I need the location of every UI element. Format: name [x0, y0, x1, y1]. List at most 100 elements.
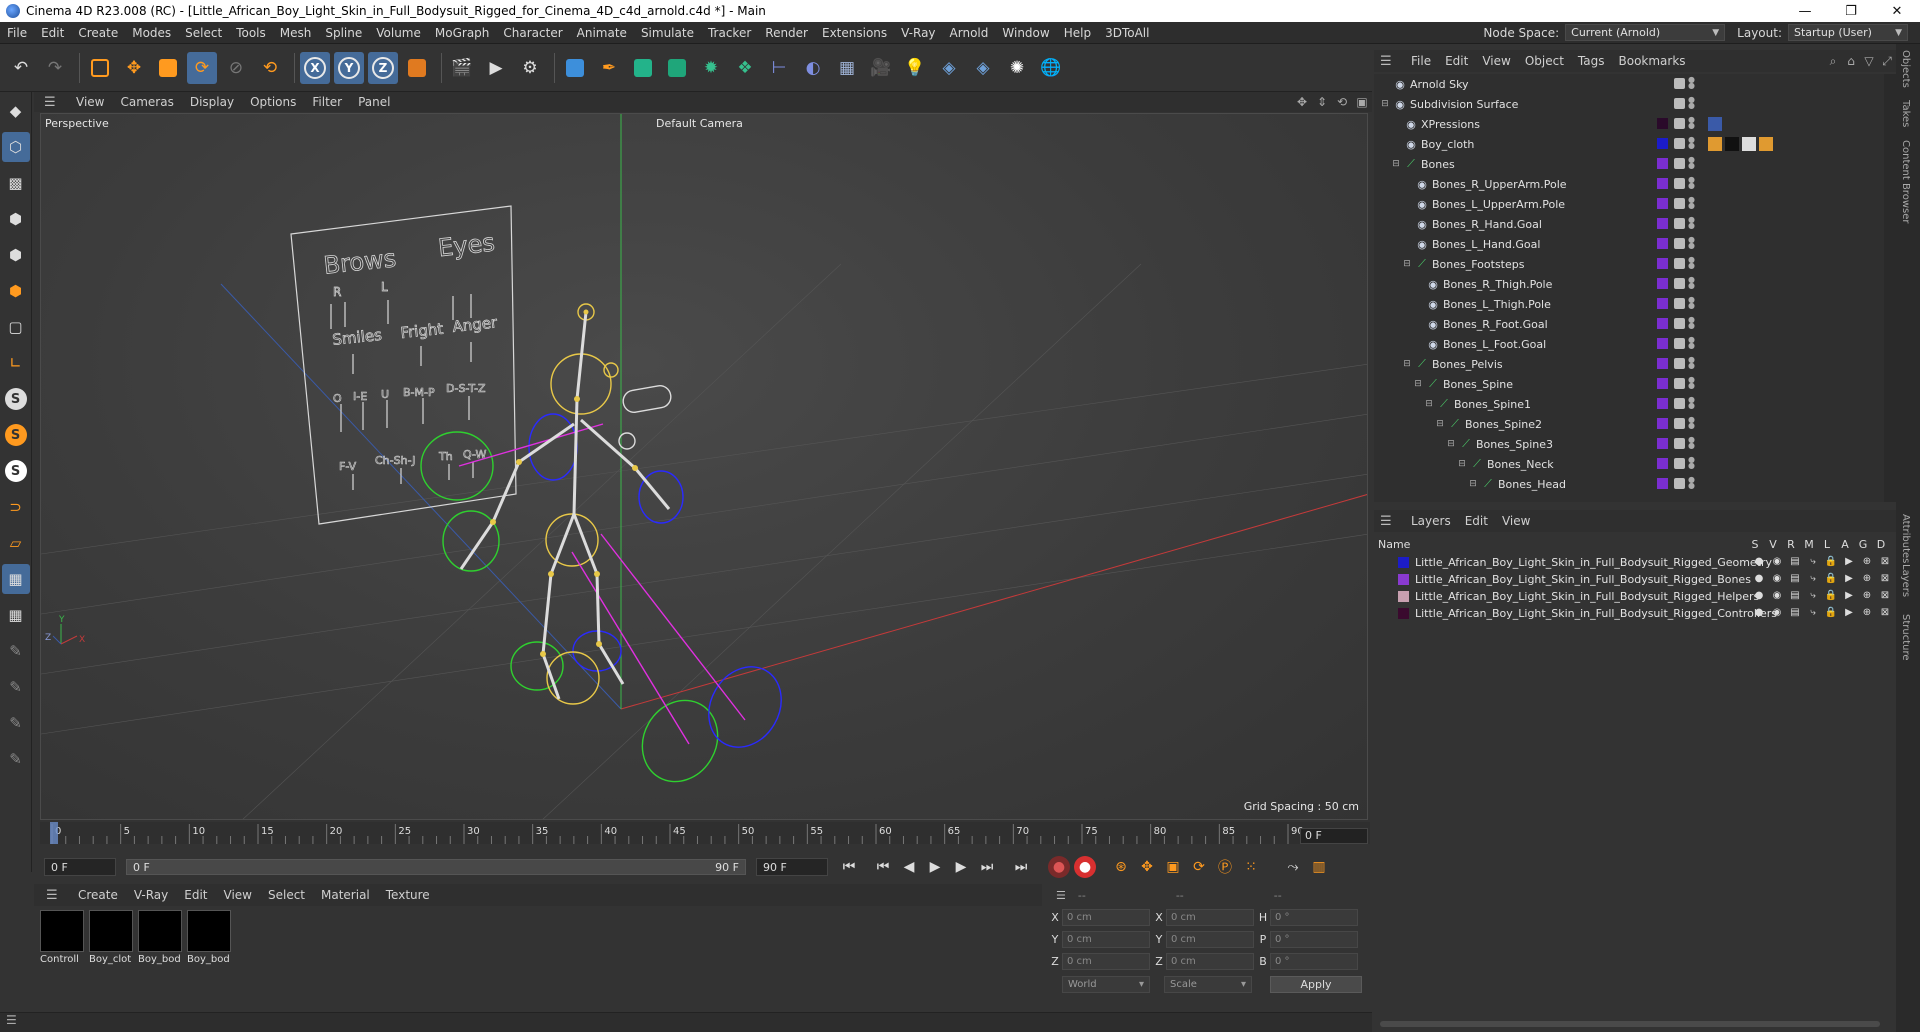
side-tab[interactable]: Objects — [1900, 50, 1911, 88]
layer-toggle-icon[interactable]: ⤷ — [1804, 607, 1822, 618]
enable-checkbox[interactable] — [1674, 218, 1685, 229]
next-key-button[interactable]: ⏭ — [974, 855, 1000, 879]
render-view-button[interactable]: 🎬 — [447, 52, 477, 84]
enable-checkbox[interactable] — [1674, 198, 1685, 209]
enable-checkbox[interactable] — [1674, 338, 1685, 349]
layer-row[interactable]: Little_African_Boy_Light_Skin_in_Full_Bo… — [1374, 571, 1907, 588]
scale-tool-button[interactable] — [153, 52, 183, 84]
layer-toggle-icon[interactable]: ⊕ — [1858, 573, 1876, 584]
visibility-dots-icon[interactable]: ● ● — [1688, 136, 1696, 150]
menu-simulate[interactable]: Simulate — [634, 26, 701, 40]
menu-tools[interactable]: Tools — [229, 26, 273, 40]
magnet-button[interactable]: ⊃ — [2, 492, 30, 522]
autokey-button[interactable]: ● — [1072, 855, 1098, 879]
layer-color-swatch[interactable] — [1657, 378, 1668, 389]
size-z-field[interactable]: 0 cm — [1166, 952, 1254, 970]
recent-tool-button[interactable]: ⊘ — [221, 52, 251, 84]
visibility-dots-icon[interactable]: ● ● — [1688, 476, 1696, 490]
tag-icon[interactable] — [1708, 117, 1722, 131]
layer-toggle-icon[interactable]: ⤷ — [1804, 590, 1822, 601]
layer-toggle-icon[interactable]: ◉ — [1768, 556, 1786, 567]
side-tab[interactable]: Attributes — [1900, 514, 1911, 563]
visibility-dots-icon[interactable]: ● ● — [1688, 96, 1696, 110]
size-x-field[interactable]: 0 cm — [1166, 908, 1254, 926]
tree-toggle-icon[interactable]: ⊟ — [1391, 159, 1401, 169]
sculpt-button[interactable]: ✎ — [2, 636, 30, 666]
enable-checkbox[interactable] — [1674, 298, 1685, 309]
enable-checkbox[interactable] — [1674, 78, 1685, 89]
layer-toggle-icon[interactable]: ▶ — [1840, 573, 1858, 584]
axis-mode-button[interactable]: ∟ — [2, 348, 30, 378]
layer-color-swatch[interactable] — [1657, 478, 1668, 489]
layer-toggle-icon[interactable]: ● — [1750, 573, 1768, 584]
enable-checkbox[interactable] — [1674, 98, 1685, 109]
menu-edit[interactable]: Edit — [34, 26, 71, 40]
material-menu-edit[interactable]: Edit — [176, 888, 215, 902]
enable-checkbox[interactable] — [1674, 438, 1685, 449]
menu-animate[interactable]: Animate — [570, 26, 634, 40]
weight-button[interactable]: ✎ — [2, 744, 30, 774]
layer-color-swatch[interactable] — [1398, 608, 1409, 619]
object-row[interactable]: ⊟ ⟋ Bones_Pelvis ● ● — [1374, 354, 1884, 374]
visibility-dots-icon[interactable]: ● ● — [1688, 356, 1696, 370]
menu-mesh[interactable]: Mesh — [273, 26, 319, 40]
objects-menu-tags[interactable]: Tags — [1571, 54, 1612, 68]
rotate-tool-button[interactable]: ⟳ — [187, 51, 217, 84]
layer-toggle-icon[interactable]: 🔒 — [1822, 590, 1840, 601]
visibility-dots-icon[interactable]: ● ● — [1688, 156, 1696, 170]
viewport-menu-display[interactable]: Display — [182, 95, 242, 109]
live-selection-button[interactable] — [85, 52, 115, 84]
layer-toggle-icon[interactable]: ◉ — [1768, 590, 1786, 601]
layer-color-swatch[interactable] — [1657, 418, 1668, 429]
object-row[interactable]: ⊟ ⟋ Bones_Spine1 ● ● — [1374, 394, 1884, 414]
layer-toggle-icon[interactable]: ● — [1750, 556, 1768, 567]
layer-toggle-icon[interactable]: ◉ — [1768, 607, 1786, 618]
visibility-dots-icon[interactable]: ● ● — [1688, 76, 1696, 90]
object-row[interactable]: ⊟ ◉ Subdivision Surface ● ● — [1374, 94, 1884, 114]
menu-tracker[interactable]: Tracker — [701, 26, 758, 40]
planar-workplane-button[interactable]: ▦ — [2, 600, 30, 630]
pan-icon[interactable]: ✥ — [1292, 95, 1312, 109]
object-row[interactable]: ◉ XPressions ● ● — [1374, 114, 1884, 134]
visibility-dots-icon[interactable]: ● ● — [1688, 436, 1696, 450]
orbit-icon[interactable]: ⟲ — [1332, 95, 1352, 109]
home-icon[interactable]: ⌂ — [1842, 54, 1860, 69]
layers-horizontal-scrollbar[interactable] — [1380, 1021, 1880, 1027]
menu-3dtoall[interactable]: 3DToAll — [1098, 26, 1156, 40]
menu-arnold[interactable]: Arnold — [943, 26, 996, 40]
size-mode-dropdown[interactable]: Scale ▾ — [1164, 976, 1252, 993]
tree-toggle-icon[interactable]: ⊟ — [1468, 479, 1478, 489]
object-row[interactable]: ◉ Bones_L_Hand.Goal ● ● — [1374, 234, 1884, 254]
play-button[interactable]: ▶ — [922, 855, 948, 879]
viewport-menu-panel[interactable]: Panel — [350, 95, 398, 109]
timeline-button[interactable]: ▥ — [1306, 855, 1332, 879]
layer-toggle-icon[interactable]: ⊠ — [1876, 556, 1894, 567]
maximize-view-icon[interactable]: ▣ — [1352, 95, 1372, 109]
active-camera-label[interactable]: Default Camera — [656, 117, 743, 130]
enable-checkbox[interactable] — [1674, 478, 1685, 489]
viewport-menu-view[interactable]: View — [68, 95, 112, 109]
enable-checkbox[interactable] — [1674, 378, 1685, 389]
tree-toggle-icon[interactable]: ⊟ — [1380, 99, 1390, 109]
layer-toggle-icon[interactable]: ◉ — [1768, 573, 1786, 584]
enable-checkbox[interactable] — [1674, 358, 1685, 369]
visibility-dots-icon[interactable]: ● ● — [1688, 416, 1696, 430]
layer-color-swatch[interactable] — [1657, 338, 1668, 349]
object-row[interactable]: ⊟ ⟋ Bones_Neck ● ● — [1374, 454, 1884, 474]
menu-create[interactable]: Create — [71, 26, 125, 40]
redo-button[interactable]: ↷ — [40, 52, 70, 84]
layer-row[interactable]: Little_African_Boy_Light_Skin_in_Full_Bo… — [1374, 554, 1907, 571]
tag-icon[interactable] — [1725, 137, 1739, 151]
subdivision-button[interactable] — [628, 52, 658, 84]
point-mode-button[interactable]: ⬢ — [2, 204, 30, 234]
y-axis-lock-button[interactable]: Y — [334, 51, 364, 84]
enable-checkbox[interactable] — [1674, 238, 1685, 249]
python-button[interactable]: ◈ — [934, 52, 964, 84]
arnold-settings-button[interactable]: ✺ — [1002, 52, 1032, 84]
layer-toggle-icon[interactable]: ⊠ — [1876, 573, 1894, 584]
timeline-ruler[interactable]: 0 5 10 15 20 25 30 35 40 45 50 55 60 65 70 75 80 85 90 — [40, 822, 1370, 844]
hamburger-icon[interactable]: ☰ — [1380, 54, 1394, 69]
material-menu-vray[interactable]: V-Ray — [126, 888, 176, 902]
layer-color-swatch[interactable] — [1657, 258, 1668, 269]
undo-button[interactable]: ↶ — [6, 52, 36, 84]
